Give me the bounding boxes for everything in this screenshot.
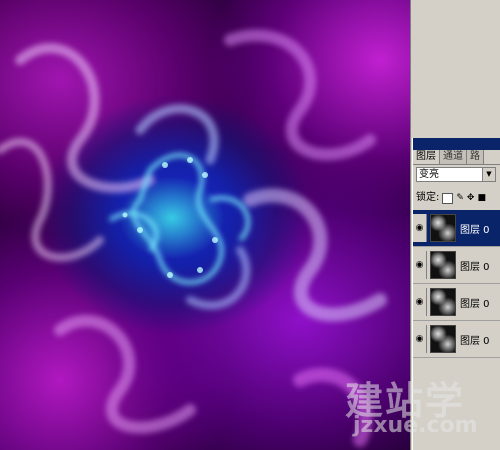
lock-transparency-icon[interactable]: [442, 192, 454, 204]
tab-layers[interactable]: 图层: [413, 150, 440, 164]
blend-mode-select[interactable]: 变亮 ▼: [416, 167, 496, 182]
layer-thumbnail: [430, 288, 456, 316]
lock-position-icon[interactable]: ✥: [467, 193, 475, 203]
panel-tabs: 图层 通道 路: [413, 150, 500, 165]
visibility-eye-icon[interactable]: ◉: [413, 214, 427, 242]
layer-thumbnail: [430, 251, 456, 279]
visibility-eye-icon[interactable]: ◉: [413, 325, 427, 353]
tab-paths[interactable]: 路: [467, 150, 484, 164]
layer-row[interactable]: ◉ 图层 0: [413, 284, 500, 321]
layers-panel: 图层 通道 路 变亮 ▼ 锁定: ✎ ✥ ■ ◉ 图层 0 ◉ 图层 0 ◉ 图…: [412, 138, 500, 450]
smoke-artwork: [0, 29, 387, 447]
layer-thumbnail: [430, 214, 456, 242]
visibility-eye-icon[interactable]: ◉: [413, 251, 427, 279]
lock-label: 锁定:: [416, 192, 440, 203]
lock-pixels-icon[interactable]: ✎: [456, 193, 464, 203]
lock-row: 锁定: ✎ ✥ ■: [416, 191, 486, 205]
layer-name: 图层 0: [460, 335, 490, 347]
lock-all-icon[interactable]: ■: [477, 193, 486, 203]
panel-titlebar[interactable]: [413, 138, 500, 150]
layer-name: 图层 0: [460, 261, 490, 273]
layer-name: 图层 0: [460, 298, 490, 310]
layer-row[interactable]: ◉ 图层 0: [413, 210, 500, 247]
layer-row[interactable]: ◉ 图层 0: [413, 247, 500, 284]
visibility-eye-icon[interactable]: ◉: [413, 288, 427, 316]
blend-mode-value: 变亮: [419, 169, 439, 180]
layer-name: 图层 0: [460, 224, 490, 236]
layer-row[interactable]: ◉ 图层 0: [413, 321, 500, 358]
layer-list: ◉ 图层 0 ◉ 图层 0 ◉ 图层 0 ◉ 图层 0: [413, 210, 500, 358]
chevron-down-icon[interactable]: ▼: [482, 168, 495, 181]
tab-channels[interactable]: 通道: [440, 150, 467, 164]
layer-thumbnail: [430, 325, 456, 353]
artwork-canvas[interactable]: [0, 0, 410, 450]
